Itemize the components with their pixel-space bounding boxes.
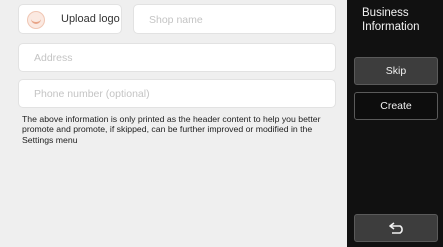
form-panel: Upload logo Shop name Address Phone numb… [0,0,347,247]
phone-number-placeholder: Phone number (optional) [34,88,150,100]
upload-logo-label: Upload logo [61,13,120,25]
address-input[interactable]: Address [18,43,336,72]
shop-name-placeholder: Shop name [149,14,203,26]
back-button[interactable] [354,214,438,242]
logo-placeholder-icon [27,11,45,29]
sidebar: Business Information Skip Create [347,0,443,247]
shop-name-input[interactable]: Shop name [133,4,336,34]
create-button[interactable]: Create [354,92,438,120]
back-arrow-icon [389,222,403,234]
skip-button[interactable]: Skip [354,57,438,85]
sidebar-title: Business Information [362,7,420,33]
address-placeholder: Address [34,52,73,64]
info-text: The above information is only printed as… [22,114,321,145]
upload-logo-button[interactable]: Upload logo [18,4,122,34]
phone-number-input[interactable]: Phone number (optional) [18,79,336,108]
